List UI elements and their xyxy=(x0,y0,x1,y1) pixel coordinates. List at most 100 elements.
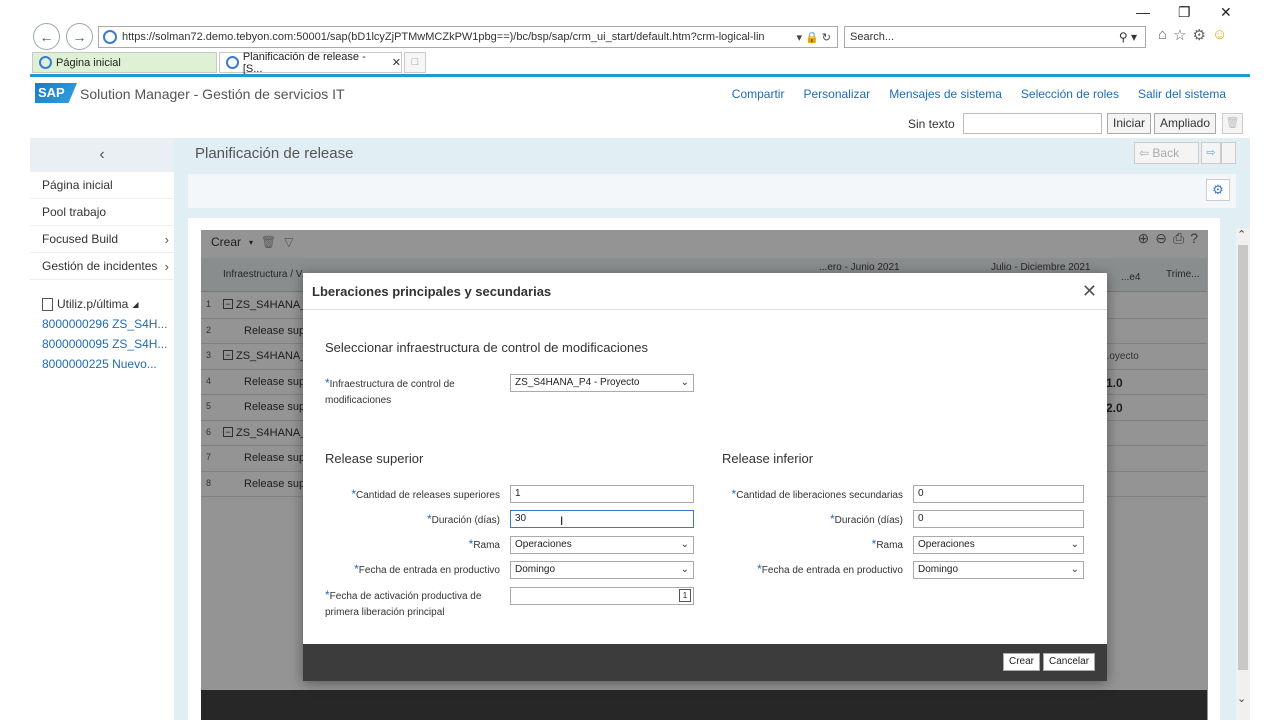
inf-prod-label-text: Fecha de entrada en productivo xyxy=(761,565,903,576)
text-cursor-icon: I xyxy=(560,514,564,528)
new-tab-button[interactable]: □ xyxy=(404,52,426,73)
inf-branch-label: *Rama xyxy=(713,536,903,554)
ie-icon xyxy=(103,30,117,44)
search-label: Sin texto xyxy=(908,117,955,131)
search-placeholder: Search... xyxy=(850,31,895,43)
sup-qty-label: *Cantidad de releases superiores xyxy=(325,486,500,504)
tab-planificacion[interactable]: Planificación de release - [S... ✕ xyxy=(219,50,402,75)
history-button[interactable] xyxy=(1221,142,1236,164)
recent-link-1[interactable]: 8000000296 ZS_S4H... xyxy=(42,314,170,334)
inf-dur-label: *Duración (días) xyxy=(713,511,903,529)
restore-icon[interactable]: ❐ xyxy=(1178,4,1191,21)
inf-dur-input[interactable]: 0 xyxy=(913,510,1084,528)
close-tab-icon[interactable]: ✕ xyxy=(392,56,401,69)
header-links: Compartir Personalizar Mensajes de siste… xyxy=(732,87,1226,101)
sup-dur-input[interactable]: 30 xyxy=(510,510,694,528)
sup-qty-label-text: Cantidad de releases superiores xyxy=(356,490,500,501)
dialog-title: Lberaciones principales y secundarias xyxy=(312,284,552,299)
sap-logo: SAP xyxy=(35,83,77,103)
chevron-left-icon[interactable]: ‹ xyxy=(30,138,174,172)
browser-search-input[interactable]: Search... ⚲ ▾ xyxy=(844,26,1146,48)
inf-branch-select[interactable]: Operaciones ⌄ xyxy=(913,536,1084,554)
global-search-input[interactable] xyxy=(963,113,1102,134)
infra-select[interactable]: ZS_S4HANA_P4 - Proyecto ⌄ xyxy=(510,374,694,392)
nav-item-pool-trabajo[interactable]: Pool trabajo xyxy=(30,199,174,226)
recent-items: Utiliz.p/última ◢ 8000000296 ZS_S4H... 8… xyxy=(30,294,174,374)
document-icon xyxy=(42,297,53,311)
dialog-footer: Crear Cancelar xyxy=(303,644,1107,681)
app-title: Solution Manager - Gestión de servicios … xyxy=(80,86,345,102)
link-salir[interactable]: Salir del sistema xyxy=(1138,87,1226,101)
scroll-up-icon[interactable]: ⌃ xyxy=(1237,228,1246,241)
smiley-icon[interactable]: ☺ xyxy=(1212,26,1227,44)
sup-qty-input[interactable]: 1 xyxy=(510,485,694,503)
inf-qty-input[interactable]: 0 xyxy=(913,485,1084,503)
sap-header: SAP Solution Manager - Gestión de servic… xyxy=(30,74,1250,110)
inf-qty-label: *Cantidad de liberaciones secundarias xyxy=(713,486,903,504)
recent-link-3[interactable]: 8000000225 Nuevo... xyxy=(42,354,170,374)
nav-label: Gestión de incidentes xyxy=(42,259,158,273)
minimize-icon[interactable]: — xyxy=(1136,4,1150,20)
sup-branch-label: *Rama xyxy=(325,536,500,554)
chevron-down-icon: ⌄ xyxy=(1070,539,1079,550)
address-bar[interactable]: https://solman72.demo.tebyon.com:50001/s… xyxy=(98,26,838,48)
inf-prod-label: *Fecha de entrada en productivo xyxy=(713,561,903,579)
sup-prod-select[interactable]: Domingo ⌄ xyxy=(510,561,694,579)
close-window-icon[interactable]: ✕ xyxy=(1220,4,1232,21)
address-url: https://solman72.demo.tebyon.com:50001/s… xyxy=(122,31,765,43)
link-seleccion-roles[interactable]: Selección de roles xyxy=(1021,87,1119,101)
recent-title-label: Utiliz.p/última xyxy=(57,297,129,311)
infra-value: ZS_S4HANA_P4 - Proyecto xyxy=(515,377,640,388)
inf-branch-label-text: Rama xyxy=(876,540,903,551)
sup-activation-date-input[interactable]: 1 xyxy=(510,587,694,605)
inf-qty-label-text: Cantidad de liberaciones secundarias xyxy=(736,490,903,501)
forward-arrow-icon[interactable]: → xyxy=(66,23,93,50)
ampliado-button[interactable]: Ampliado xyxy=(1154,113,1217,134)
cancelar-button[interactable]: Cancelar xyxy=(1043,653,1096,671)
forward-button[interactable]: ⇨ xyxy=(1201,142,1221,164)
trash-icon[interactable]: 🗑 xyxy=(1222,113,1243,134)
scroll-down-icon[interactable]: ⌄ xyxy=(1237,692,1246,705)
calendar-icon[interactable]: 1 xyxy=(679,589,691,602)
chevron-down-icon: ⌄ xyxy=(680,539,689,550)
search-icon[interactable]: ⚲ ▾ xyxy=(1119,30,1137,44)
link-personalizar[interactable]: Personalizar xyxy=(803,87,870,101)
back-arrow-icon[interactable]: ← xyxy=(33,23,60,50)
recent-title[interactable]: Utiliz.p/última ◢ xyxy=(42,294,174,314)
gear-icon[interactable]: ⚙ xyxy=(1193,26,1206,44)
left-margin xyxy=(0,0,30,720)
iniciar-button[interactable]: Iniciar xyxy=(1107,113,1152,134)
gear-icon[interactable]: ⚙ xyxy=(1206,179,1230,201)
superior-title: Release superior xyxy=(325,451,424,466)
release-dialog: Lberaciones principales y secundarias ✕ … xyxy=(303,273,1107,681)
nav-item-pagina-inicial[interactable]: Página inicial xyxy=(30,172,174,199)
sup-branch-select[interactable]: Operaciones ⌄ xyxy=(510,536,694,554)
scrollbar-thumb[interactable] xyxy=(1238,245,1248,670)
star-icon[interactable]: ☆ xyxy=(1173,26,1186,44)
inf-prod-value: Domingo xyxy=(918,564,959,575)
infra-section-title: Seleccionar infraestructura de control d… xyxy=(325,340,649,355)
link-mensajes[interactable]: Mensajes de sistema xyxy=(889,87,1002,101)
chevron-right-icon: › xyxy=(164,232,169,247)
nav-item-focused-build[interactable]: Focused Build › xyxy=(30,226,174,253)
inf-prod-select[interactable]: Domingo ⌄ xyxy=(913,561,1084,579)
back-button[interactable]: ⇦ Back xyxy=(1134,142,1199,164)
crear-button[interactable]: Crear xyxy=(1003,653,1041,671)
infra-label: *Infraestructura de control de modificac… xyxy=(325,375,485,409)
search-row: Sin texto Iniciar Ampliado 🗑 xyxy=(30,110,1250,138)
home-icon[interactable]: ⌂ xyxy=(1158,26,1167,44)
sup-dur-label: *Duración (días) xyxy=(325,511,500,529)
inf-dur-label-text: Duración (días) xyxy=(834,515,903,526)
tab-pagina-inicial[interactable]: Página inicial xyxy=(32,52,217,73)
nav-item-gestion-incidentes[interactable]: Gestión de incidentes › xyxy=(30,253,174,280)
caret-icon: ◢ xyxy=(132,299,139,309)
nav-label: Pool trabajo xyxy=(42,205,107,219)
link-compartir[interactable]: Compartir xyxy=(732,87,785,101)
chevron-down-icon: ⌄ xyxy=(680,564,689,575)
close-icon[interactable]: ✕ xyxy=(1082,281,1097,302)
tab-label: Planificación de release - [S... xyxy=(242,50,366,75)
recent-link-2[interactable]: 8000000095 ZS_S4H... xyxy=(42,334,170,354)
sup-branch-value: Operaciones xyxy=(515,539,572,550)
chevron-down-icon: ⌄ xyxy=(680,377,689,388)
lock-refresh-icon[interactable]: ▾ 🔒 ↻ xyxy=(790,31,837,44)
